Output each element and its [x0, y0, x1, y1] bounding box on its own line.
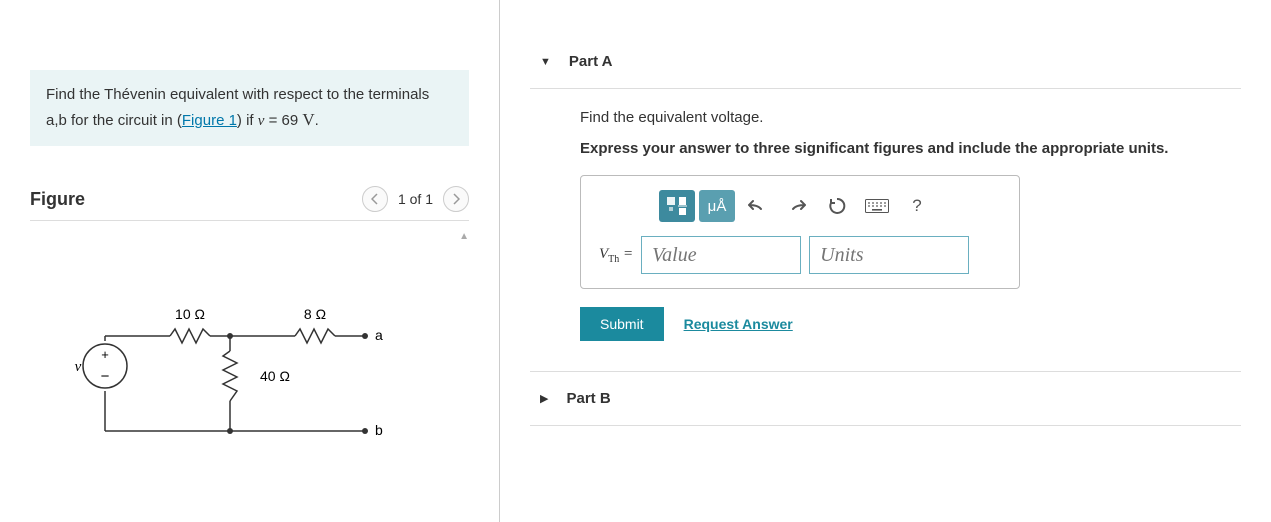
- figure-nav-text: 1 of 1: [398, 191, 433, 207]
- a-label: a: [375, 327, 383, 343]
- undo-button[interactable]: [739, 190, 775, 222]
- action-row: Submit Request Answer: [580, 307, 1231, 341]
- answer-box: μÅ ?: [580, 175, 1020, 289]
- reset-icon: [828, 197, 846, 215]
- problem-statement: Find the Thévenin equivalent with respec…: [30, 70, 469, 146]
- redo-icon: [788, 198, 806, 214]
- help-label: ?: [912, 196, 921, 216]
- r8-label: 8 Ω: [304, 306, 326, 322]
- problem-text-post: .: [315, 112, 319, 129]
- redo-button[interactable]: [779, 190, 815, 222]
- next-figure-button[interactable]: [443, 186, 469, 212]
- figure-divider: [30, 220, 469, 221]
- problem-text-mid: ) if: [237, 112, 258, 129]
- fraction-tool-button[interactable]: [659, 190, 695, 222]
- chevron-left-icon: [371, 193, 379, 205]
- submit-button[interactable]: Submit: [580, 307, 664, 341]
- r40-label: 40 Ω: [260, 368, 290, 384]
- part-a-title: Part A: [569, 53, 613, 70]
- undo-icon: [748, 198, 766, 214]
- caret-right-icon: ▶: [540, 392, 548, 405]
- scroll-up-icon[interactable]: ▲: [459, 231, 469, 242]
- figure-nav: 1 of 1: [362, 186, 469, 212]
- reset-button[interactable]: [819, 190, 855, 222]
- problem-unit: V: [302, 110, 314, 129]
- answer-toolbar: μÅ ?: [659, 190, 1001, 222]
- r10-label: 10 Ω: [175, 306, 205, 322]
- caret-down-icon: ▼: [540, 56, 551, 68]
- prev-figure-button[interactable]: [362, 186, 388, 212]
- instruction-text: Find the equivalent voltage.: [580, 109, 1231, 126]
- b-label: b: [375, 422, 383, 438]
- figure-link[interactable]: Figure 1: [182, 112, 237, 129]
- help-button[interactable]: ?: [899, 190, 935, 222]
- request-answer-link[interactable]: Request Answer: [684, 316, 793, 332]
- fraction-icon: [666, 196, 688, 216]
- problem-eq: = 69: [264, 112, 302, 129]
- circuit-diagram: + − v 10 Ω 8 Ω 40 Ω a b: [30, 291, 390, 461]
- part-b-header[interactable]: ▶ Part B: [530, 371, 1241, 426]
- right-panel: ▼ Part A Find the equivalent voltage. Ex…: [500, 0, 1271, 522]
- variable-label: VTh =: [599, 246, 633, 265]
- keyboard-button[interactable]: [859, 190, 895, 222]
- figure-title: Figure: [30, 189, 85, 210]
- value-input[interactable]: [641, 236, 801, 274]
- part-a-header[interactable]: ▼ Part A: [530, 35, 1241, 89]
- units-input[interactable]: [809, 236, 969, 274]
- figure-header: Figure 1 of 1: [30, 186, 469, 212]
- v-label: v: [75, 359, 82, 375]
- svg-text:−: −: [101, 368, 110, 385]
- instruction-bold: Express your answer to three significant…: [580, 140, 1231, 157]
- left-panel: Find the Thévenin equivalent with respec…: [0, 0, 500, 522]
- keyboard-icon: [865, 199, 889, 213]
- svg-text:+: +: [101, 347, 109, 362]
- mu-a-label: μÅ: [708, 198, 727, 215]
- part-b-title: Part B: [566, 390, 610, 407]
- figure-area: ▲ + − v 10 Ω: [30, 231, 469, 481]
- input-row: VTh =: [599, 236, 1001, 274]
- units-tool-button[interactable]: μÅ: [699, 190, 735, 222]
- chevron-right-icon: [452, 193, 460, 205]
- part-a-body: Find the equivalent voltage. Express you…: [530, 89, 1241, 341]
